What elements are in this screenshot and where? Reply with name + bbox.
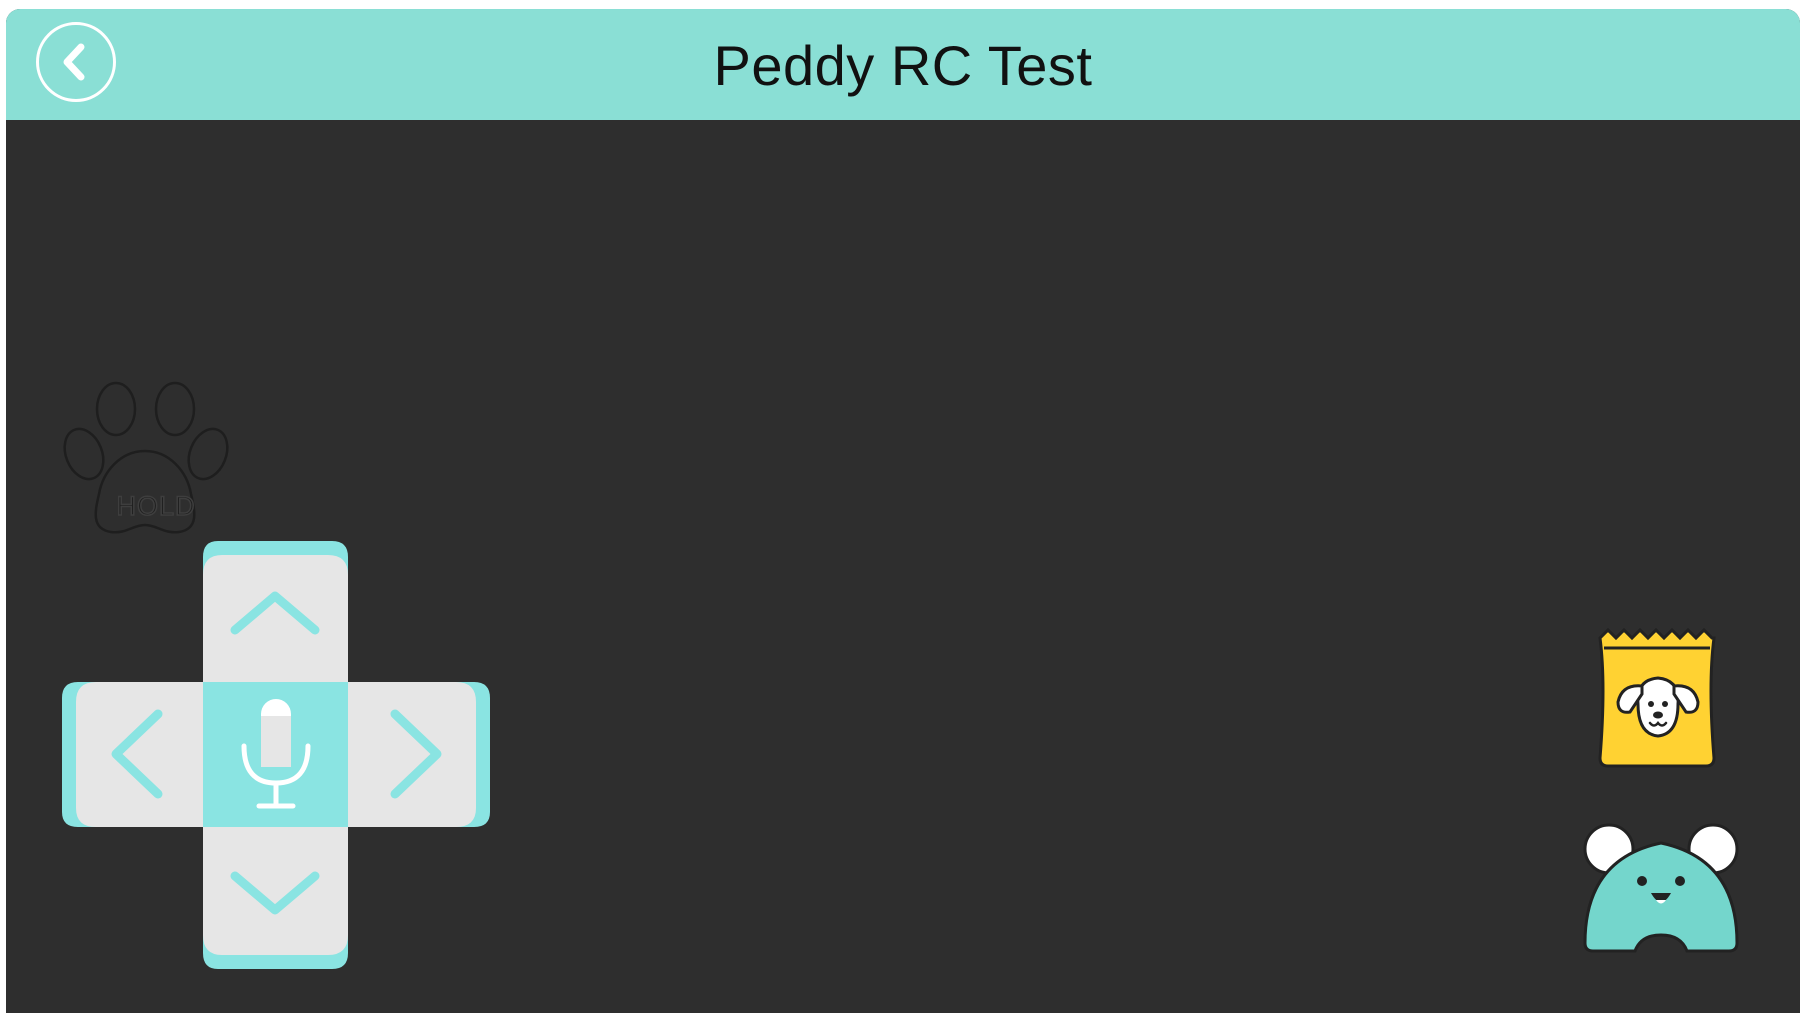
feed-button[interactable]: [1596, 624, 1726, 774]
microphone-button[interactable]: [203, 682, 348, 827]
peddy-pet-icon: [1583, 823, 1739, 953]
chevron-left-icon: [111, 709, 163, 799]
dog-food-bag-icon: [1598, 627, 1716, 768]
paw-icon: [63, 381, 229, 534]
dpad-down-button[interactable]: [203, 824, 348, 969]
dpad-left-button[interactable]: [62, 682, 207, 827]
microphone-icon: [241, 699, 311, 809]
pet-button[interactable]: [1581, 819, 1741, 959]
dpad-right-button[interactable]: [345, 682, 490, 827]
chevron-down-icon: [230, 871, 320, 915]
page-title: Peddy RC Test: [713, 34, 1093, 97]
hold-label: HOLD: [116, 490, 196, 522]
chevron-up-icon: [230, 591, 320, 635]
dpad-up-button[interactable]: [203, 541, 348, 686]
header-bar: Peddy RC Test: [6, 9, 1800, 120]
hold-paw-button[interactable]: HOLD: [61, 379, 241, 549]
app-window: Peddy RC Test HOLD: [6, 9, 1800, 1013]
direction-pad: [62, 541, 490, 969]
chevron-right-icon: [390, 709, 442, 799]
